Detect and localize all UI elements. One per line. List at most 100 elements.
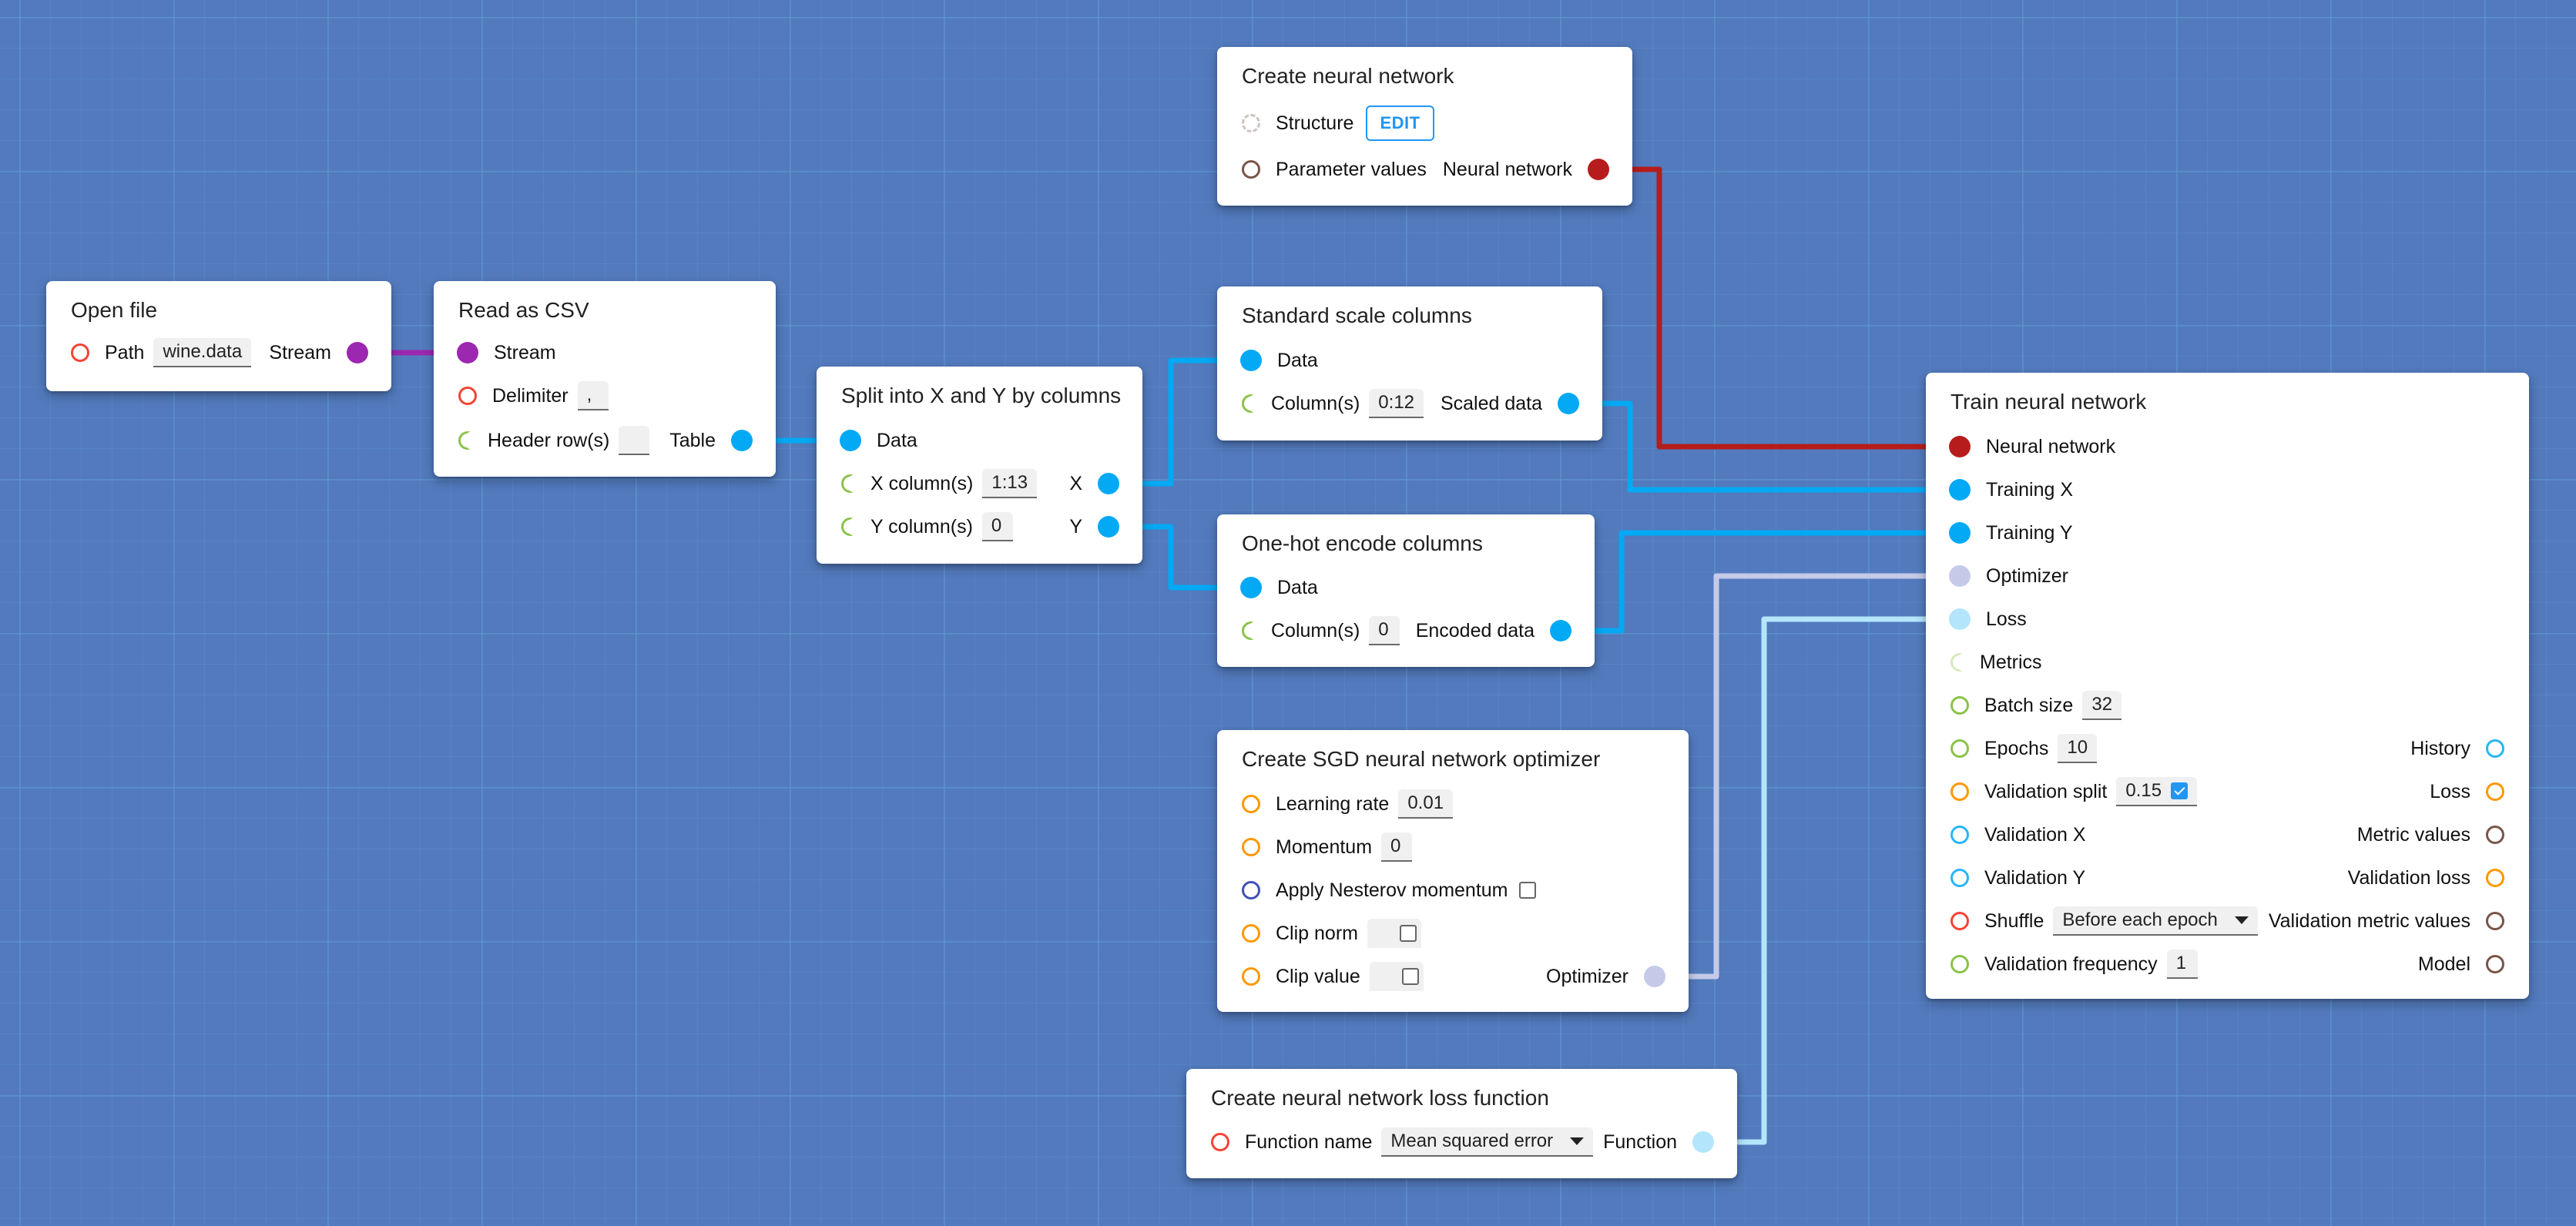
metrics-label: Metrics: [1980, 651, 2042, 673]
node-open-file[interactable]: Open file Path wine.data Stream: [46, 281, 391, 391]
node-loss-function[interactable]: Create neural network loss function Func…: [1186, 1069, 1737, 1178]
x-output-port[interactable]: [1098, 473, 1119, 494]
function-name-select[interactable]: Mean squared error: [1381, 1127, 1594, 1157]
clip-norm-input[interactable]: [1367, 919, 1421, 948]
delimiter-label: Delimiter: [492, 384, 569, 407]
columns-input[interactable]: 0: [1369, 616, 1400, 645]
batch-size-port-icon[interactable]: [1950, 696, 1969, 715]
node-create-neural-network[interactable]: Create neural network Structure EDIT Par…: [1217, 47, 1632, 206]
data-input-port[interactable]: [1240, 350, 1262, 371]
clip-value-port-icon[interactable]: [1242, 967, 1260, 986]
validation-y-port-icon[interactable]: [1950, 869, 1969, 887]
metric-values-output-port[interactable]: [2486, 826, 2504, 844]
validation-loss-output-port[interactable]: [2486, 869, 2504, 887]
chevron-down-icon: [1570, 1137, 1585, 1145]
columns-port-icon[interactable]: [1242, 394, 1266, 413]
node-title: One-hot encode columns: [1242, 531, 1483, 555]
optimizer-input-port[interactable]: [1949, 565, 1971, 587]
wire-encoded-to-trainy[interactable]: [1560, 530, 1961, 634]
validation-x-port-icon[interactable]: [1950, 826, 1969, 844]
path-port-icon[interactable]: [71, 343, 89, 362]
wire-scaled-to-trainx[interactable]: [1566, 400, 1961, 493]
learning-rate-input[interactable]: 0.01: [1398, 789, 1454, 819]
node-one-hot-encode[interactable]: One-hot encode columns Data Column(s) 0 …: [1217, 514, 1595, 667]
delimiter-input[interactable]: ,: [577, 381, 609, 410]
nesterov-checkbox[interactable]: [1518, 882, 1536, 899]
wire-nn-to-train[interactable]: [1597, 166, 1961, 450]
structure-port-icon[interactable]: [1242, 114, 1260, 132]
training-y-input-port[interactable]: [1949, 522, 1971, 544]
batch-size-label: Batch size: [1984, 694, 2074, 716]
loss-input-port[interactable]: [1949, 608, 1971, 630]
y-columns-input[interactable]: 0: [981, 512, 1013, 541]
learning-rate-port-icon[interactable]: [1242, 795, 1260, 813]
batch-size-input[interactable]: 32: [2082, 691, 2122, 720]
validation-split-value: 0.15: [2125, 780, 2162, 801]
encoded-data-output-port[interactable]: [1550, 620, 1571, 641]
y-output-port[interactable]: [1098, 516, 1119, 538]
model-output-port[interactable]: [2486, 955, 2504, 973]
epochs-input[interactable]: 10: [2058, 734, 2098, 763]
loss-output-port[interactable]: [2486, 782, 2504, 801]
clip-norm-port-icon[interactable]: [1242, 924, 1260, 943]
stream-output-label: Stream: [269, 341, 331, 363]
parameter-values-port-icon[interactable]: [1242, 160, 1260, 179]
stream-input-port[interactable]: [457, 342, 478, 363]
scaled-data-output-port[interactable]: [1558, 393, 1579, 414]
y-output-label: Y: [1069, 515, 1082, 538]
data-input-port[interactable]: [840, 430, 861, 451]
neural-network-input-port[interactable]: [1949, 436, 1971, 457]
function-output-port[interactable]: [1692, 1131, 1714, 1153]
x-columns-port-icon[interactable]: [841, 474, 865, 493]
header-rows-input[interactable]: [619, 426, 650, 455]
node-train-neural-network[interactable]: Train neural network Neural network Trai…: [1926, 373, 2529, 999]
node-title: Create SGD neural network optimizer: [1242, 747, 1601, 771]
table-output-port[interactable]: [731, 430, 753, 451]
momentum-input[interactable]: 0: [1381, 832, 1413, 862]
metrics-port-icon[interactable]: [1950, 653, 1974, 672]
validation-metric-values-output-port[interactable]: [2486, 912, 2504, 930]
node-split-xy[interactable]: Split into X and Y by columns Data X col…: [817, 367, 1142, 564]
function-name-port-icon[interactable]: [1211, 1133, 1229, 1151]
shuffle-select[interactable]: Before each epoch: [2053, 906, 2258, 936]
node-title: Read as CSV: [458, 298, 589, 322]
validation-split-checkbox[interactable]: [2171, 782, 2189, 799]
data-input-label: Data: [877, 429, 917, 451]
validation-split-port-icon[interactable]: [1950, 782, 1969, 801]
wire-loss-to-train[interactable]: [1702, 616, 1961, 1145]
validation-frequency-port-icon[interactable]: [1950, 955, 1969, 973]
edit-structure-button[interactable]: EDIT: [1366, 106, 1434, 141]
x-columns-input[interactable]: 1:13: [982, 469, 1038, 498]
clip-value-checkbox[interactable]: [1401, 968, 1419, 985]
momentum-port-icon[interactable]: [1242, 838, 1260, 856]
y-columns-port-icon[interactable]: [841, 518, 865, 536]
columns-input[interactable]: 0:12: [1369, 389, 1424, 418]
epochs-port-icon[interactable]: [1950, 739, 1969, 758]
validation-frequency-input[interactable]: 1: [2166, 950, 2198, 979]
optimizer-input-label: Optimizer: [1986, 564, 2068, 587]
node-title: Standard scale columns: [1242, 303, 1472, 327]
shuffle-port-icon[interactable]: [1950, 912, 1969, 930]
validation-split-input[interactable]: 0.15: [2116, 777, 2198, 806]
nesterov-port-icon[interactable]: [1242, 881, 1260, 899]
node-sgd-optimizer[interactable]: Create SGD neural network optimizer Lear…: [1217, 730, 1689, 1012]
wire-optimizer-to-train[interactable]: [1653, 573, 1961, 980]
node-title: Open file: [71, 298, 158, 322]
training-x-input-port[interactable]: [1949, 479, 1971, 501]
columns-port-icon[interactable]: [1242, 621, 1266, 640]
training-y-label: Training Y: [1986, 521, 2073, 544]
data-input-label: Data: [1277, 576, 1318, 598]
path-input[interactable]: wine.data: [153, 338, 252, 367]
clip-value-input[interactable]: [1369, 962, 1424, 991]
history-output-port[interactable]: [2486, 739, 2504, 758]
neural-network-output-port[interactable]: [1588, 159, 1609, 180]
header-rows-port-icon[interactable]: [458, 431, 482, 450]
data-input-port[interactable]: [1240, 577, 1262, 598]
node-read-csv[interactable]: Read as CSV Stream Delimiter , Header ro…: [434, 281, 776, 477]
optimizer-output-port[interactable]: [1644, 966, 1665, 987]
stream-output-port[interactable]: [347, 342, 368, 363]
node-standard-scale[interactable]: Standard scale columns Data Column(s) 0:…: [1217, 286, 1602, 440]
clip-norm-checkbox[interactable]: [1399, 925, 1417, 942]
delimiter-port-icon[interactable]: [458, 387, 477, 405]
function-output-label: Function: [1603, 1131, 1677, 1153]
